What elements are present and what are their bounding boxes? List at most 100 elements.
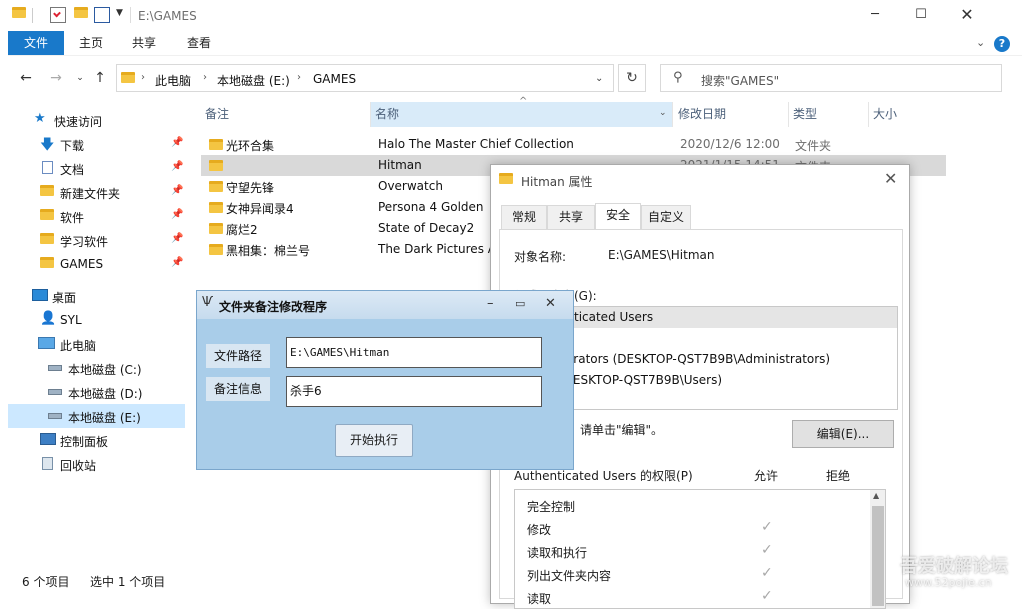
folder-icon xyxy=(499,173,513,184)
permission-row: 完全控制 xyxy=(515,494,869,517)
breadcrumb-separator-icon[interactable]: › xyxy=(203,72,207,83)
nav-downloads[interactable]: 🡇 下载 📌 xyxy=(8,132,185,156)
edit-hint-text: ，请单击"编辑"。 xyxy=(568,423,664,437)
pin-icon[interactable]: 📌 xyxy=(171,185,183,196)
download-icon: 🡇 xyxy=(40,137,55,153)
user-icon: 👤 xyxy=(40,311,57,326)
column-header-type[interactable]: 类型 xyxy=(789,102,869,127)
allow-column-label: 允许 xyxy=(754,469,779,483)
tab-home[interactable]: 主页 xyxy=(64,31,118,55)
folder-icon xyxy=(40,257,54,270)
nav-label: 此电脑 xyxy=(60,339,97,353)
pin-icon[interactable]: 📌 xyxy=(171,233,183,244)
maximize-button[interactable]: ▭ xyxy=(515,297,525,310)
view-icon[interactable] xyxy=(94,7,110,23)
nav-control-panel[interactable]: 控制面板 xyxy=(8,428,185,452)
up-button[interactable]: ↑ xyxy=(90,68,110,88)
address-bar[interactable]: › 此电脑 › 本地磁盘 (E:) › GAMES ⌄ xyxy=(116,64,614,92)
permissions-scrollbar[interactable]: ▲ xyxy=(870,490,885,608)
nav-drive-d[interactable]: 本地磁盘 (D:) xyxy=(8,380,185,404)
nav-label: 本地磁盘 (E:) xyxy=(68,411,141,425)
nav-label: 本地磁盘 (D:) xyxy=(68,387,143,401)
nav-user[interactable]: 👤 SYL xyxy=(8,308,185,332)
close-button[interactable]: ✕ xyxy=(944,0,990,31)
nav-desktop[interactable]: 桌面 xyxy=(8,284,185,308)
breadcrumb-this-pc[interactable]: 此电脑 xyxy=(155,72,191,89)
path-label: 文件路径 xyxy=(206,344,270,368)
address-dropdown-icon[interactable]: ⌄ xyxy=(595,73,603,84)
nav-drive-c[interactable]: 本地磁盘 (C:) xyxy=(8,356,185,380)
note-label: 备注信息 xyxy=(206,377,270,401)
tab-sharing[interactable]: 共享 xyxy=(547,205,595,229)
tab-customize[interactable]: 自定义 xyxy=(641,205,691,229)
nav-this-pc[interactable]: 此电脑 xyxy=(8,332,185,356)
forward-button[interactable]: → xyxy=(46,68,66,88)
column-header-name-label: 名称 xyxy=(375,107,400,121)
pin-icon[interactable]: 📌 xyxy=(171,257,183,268)
tab-file[interactable]: 文件 xyxy=(8,31,64,55)
divider xyxy=(130,7,131,23)
new-folder-icon[interactable] xyxy=(74,7,90,23)
ribbon: 文件 主页 共享 查看 ⌄ ? xyxy=(8,31,1022,56)
folder-icon xyxy=(121,72,135,83)
nav-label: 软件 xyxy=(60,211,85,225)
close-button[interactable]: ✕ xyxy=(545,296,556,311)
tab-view[interactable]: 查看 xyxy=(172,31,226,55)
breadcrumb-drive-e[interactable]: 本地磁盘 (E:) xyxy=(217,72,290,89)
edit-button[interactable]: 编辑(E)... xyxy=(792,420,894,448)
back-button[interactable]: ← xyxy=(16,68,36,88)
sort-ascending-icon: ^ xyxy=(519,96,528,107)
recent-locations-icon[interactable]: ⌄ xyxy=(70,68,90,88)
document-icon xyxy=(42,161,53,174)
quick-access-dropdown-icon[interactable]: ▼ xyxy=(116,8,123,18)
nav-new-folder[interactable]: 新建文件夹 📌 xyxy=(8,180,185,204)
scroll-up-icon[interactable]: ▲ xyxy=(873,491,879,500)
breadcrumb-separator-icon[interactable]: › xyxy=(297,72,301,83)
column-dropdown-icon[interactable]: ⌄ xyxy=(659,108,667,118)
nav-documents[interactable]: 文档 📌 xyxy=(8,156,185,180)
expand-ribbon-icon[interactable]: ⌄ xyxy=(976,36,985,49)
recycle-bin-icon xyxy=(42,457,53,470)
nav-recycle-bin[interactable]: 回收站 xyxy=(8,452,185,476)
nav-drive-e[interactable]: 本地磁盘 (E:) xyxy=(8,404,185,428)
minimize-button[interactable]: – xyxy=(487,296,494,311)
nav-games[interactable]: GAMES 📌 xyxy=(8,252,185,276)
refresh-button[interactable]: ↻ xyxy=(618,64,646,92)
run-button[interactable]: 开始执行 xyxy=(335,424,413,457)
object-name-label: 对象名称: xyxy=(514,250,567,264)
nav-software[interactable]: 软件 📌 xyxy=(8,204,185,228)
nav-label: 新建文件夹 xyxy=(60,187,121,201)
column-header-date[interactable]: 修改日期 xyxy=(674,102,789,127)
note-input[interactable]: 杀手6 xyxy=(286,376,542,407)
breadcrumb-games[interactable]: GAMES xyxy=(313,72,356,86)
column-header-size[interactable]: 大小 xyxy=(869,102,939,127)
folder-icon xyxy=(209,223,223,234)
nav-study-software[interactable]: 学习软件 📌 xyxy=(8,228,185,252)
breadcrumb-separator-icon[interactable]: › xyxy=(141,72,145,83)
nav-quick-access[interactable]: ★ 快速访问 xyxy=(8,108,185,132)
item-count: 6 个项目 xyxy=(22,575,70,589)
search-input[interactable]: 搜索"GAMES" xyxy=(701,72,779,89)
title-bar: ▼ E:\GAMES ─ ☐ ✕ xyxy=(8,0,1022,31)
maximize-button[interactable]: ☐ xyxy=(898,0,944,31)
row-type: 文件夹 xyxy=(795,139,832,153)
tab-general[interactable]: 常规 xyxy=(501,205,547,229)
tab-share[interactable]: 共享 xyxy=(118,31,170,55)
pin-icon[interactable]: 📌 xyxy=(171,161,183,172)
file-row[interactable]: 光环合集 Halo The Master Chief Collection 20… xyxy=(201,134,946,155)
tab-security[interactable]: 安全 xyxy=(595,203,641,230)
properties-icon[interactable] xyxy=(50,7,66,23)
search-box[interactable]: ⚲ 搜索"GAMES" xyxy=(660,64,1002,92)
path-input[interactable]: E:\GAMES\Hitman xyxy=(286,337,542,368)
permission-name: 读取 xyxy=(527,592,552,606)
minimize-button[interactable]: ─ xyxy=(852,0,898,31)
window-title: E:\GAMES xyxy=(138,9,197,23)
scrollbar-thumb[interactable] xyxy=(872,506,884,606)
pin-icon[interactable]: 📌 xyxy=(171,137,183,148)
help-icon[interactable]: ? xyxy=(994,36,1010,52)
selection-count: 选中 1 个项目 xyxy=(90,575,166,589)
close-icon[interactable]: ✕ xyxy=(884,169,897,188)
column-header-note[interactable]: 备注 xyxy=(201,102,371,127)
watermark-text: 吾爱破解论坛 xyxy=(900,556,1008,577)
pin-icon[interactable]: 📌 xyxy=(171,209,183,220)
